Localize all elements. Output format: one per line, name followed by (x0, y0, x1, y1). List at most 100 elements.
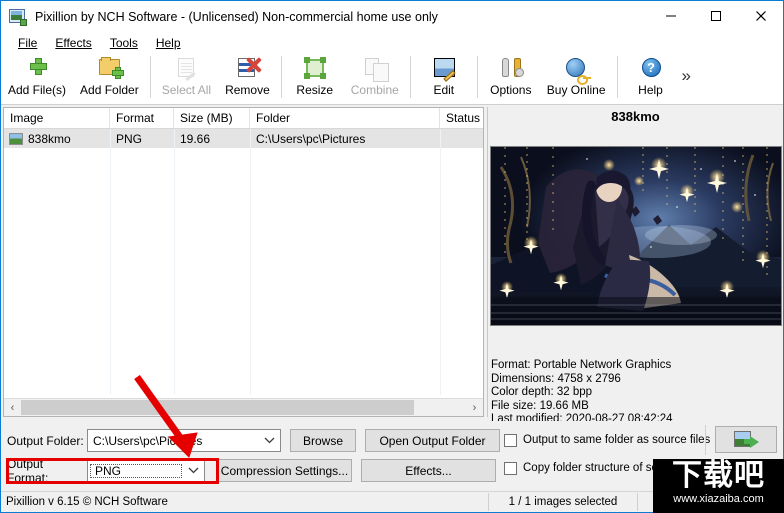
menu-file[interactable]: File (9, 35, 46, 51)
output-folder-value: C:\Users\pc\Pictures (93, 433, 203, 448)
status-selection-count: 1 / 1 images selected (508, 496, 618, 508)
wrench-screwdriver-icon (496, 56, 526, 82)
convert-button[interactable] (715, 426, 777, 453)
toolbar-select-all-label: Select All (161, 83, 212, 97)
output-folder-combo[interactable]: C:\Users\pc\Pictures (87, 429, 281, 452)
watermark-url: www.xiazaiba.com (673, 493, 764, 505)
column-header-format[interactable]: Format (110, 108, 174, 128)
window-title: Pixillion by NCH Software - (Unlicensed)… (35, 10, 438, 24)
toolbar-options[interactable]: Options (482, 56, 540, 102)
menu-help-label: Help (155, 36, 181, 50)
column-header-size[interactable]: Size (MB) (174, 108, 250, 128)
horizontal-scrollbar[interactable]: ‹ › (4, 398, 483, 416)
preview-image (490, 146, 782, 326)
preview-title: 838kmo (611, 109, 660, 124)
remove-red-x-icon (232, 56, 262, 82)
toolbar-add-files-label: Add File(s) (8, 83, 67, 97)
file-list[interactable]: Image Format Size (MB) Folder Status 838… (3, 107, 484, 417)
watermark: 下载吧 www.xiazaiba.com (653, 459, 784, 513)
toolbar-add-folder-label: Add Folder (80, 83, 139, 97)
scrollbar-track[interactable] (21, 399, 466, 416)
output-format-label: Output Format: (7, 456, 49, 485)
preview-metadata: Format: Portable Network Graphics Dimens… (491, 359, 673, 427)
toolbar: Add File(s) Add Folder Select All Remove… (1, 53, 783, 105)
chevron-down-icon[interactable] (258, 430, 280, 451)
toolbar-separator (616, 56, 618, 98)
close-button[interactable] (738, 1, 783, 31)
checkbox-output-same-folder-label: Output to same folder as source files (523, 434, 711, 446)
toolbar-help-label: Help (638, 83, 663, 97)
edit-image-icon (429, 56, 459, 82)
toolbar-separator (149, 56, 151, 98)
file-list-header: Image Format Size (MB) Folder Status (4, 108, 483, 129)
toolbar-separator (280, 56, 282, 98)
status-version: Pixillion v 6.15 © NCH Software (6, 496, 168, 508)
meta-file-size: File size: 19.66 MB (491, 399, 589, 412)
app-icon (9, 8, 27, 26)
menu-bar: File Effects Tools Help (1, 33, 783, 53)
preview-panel: 838kmo Format: Portable Network Graphics… (487, 107, 783, 425)
toolbar-remove-label: Remove (225, 83, 270, 97)
output-format-combo[interactable]: PNG (87, 459, 205, 482)
meta-color-depth: Color depth: 32 bpp (491, 386, 593, 399)
resize-icon (300, 56, 330, 82)
convert-image-icon (734, 430, 759, 449)
meta-dimensions: Dimensions: 4758 x 2796 (491, 372, 621, 385)
output-folder-label: Output Folder: (7, 433, 84, 448)
toolbar-resize-label: Resize (296, 83, 334, 97)
toolbar-resize[interactable]: Resize (286, 56, 344, 102)
toolbar-options-label: Options (490, 83, 532, 97)
toolbar-add-folder[interactable]: Add Folder (73, 56, 146, 102)
scrollbar-thumb[interactable] (21, 400, 414, 415)
output-format-value: PNG (90, 463, 182, 478)
toolbar-buy-online[interactable]: Buy Online (540, 56, 613, 102)
maximize-button[interactable] (693, 1, 738, 31)
minimize-button[interactable] (648, 1, 693, 31)
select-all-icon (171, 56, 201, 82)
toolbar-select-all[interactable]: Select All (155, 56, 218, 102)
menu-tools[interactable]: Tools (101, 35, 147, 51)
toolbar-remove[interactable]: Remove (218, 56, 277, 102)
column-header-status[interactable]: Status (440, 108, 483, 128)
open-output-folder-button[interactable]: Open Output Folder (365, 429, 500, 452)
folder-plus-icon (94, 56, 125, 82)
output-format-row: Output Format: PNG Compression Settings.… (1, 456, 496, 485)
toolbar-separator (409, 56, 411, 98)
preview-artwork (491, 147, 781, 325)
menu-file-label: File (18, 36, 38, 50)
toolbar-separator (476, 56, 478, 98)
menu-effects-label: Effects (55, 36, 92, 50)
meta-format: Format: Portable Network Graphics (491, 359, 672, 371)
effects-button[interactable]: Effects... (361, 459, 496, 482)
window-controls (648, 1, 783, 31)
file-list-grid (4, 129, 483, 395)
globe-key-icon (561, 56, 592, 85)
menu-help[interactable]: Help (147, 35, 190, 51)
combine-icon (360, 56, 390, 82)
toolbar-add-files[interactable]: Add File(s) (1, 56, 73, 102)
toolbar-combine-label: Combine (350, 83, 399, 97)
toolbar-overflow-button[interactable]: » (682, 66, 691, 94)
toolbar-help[interactable]: ? Help (622, 56, 680, 102)
column-header-folder[interactable]: Folder (250, 108, 440, 128)
toolbar-combine[interactable]: Combine (344, 56, 406, 102)
menu-effects[interactable]: Effects (46, 35, 100, 51)
compression-settings-button[interactable]: Compression Settings... (217, 459, 352, 482)
checkbox-output-same-folder[interactable]: Output to same folder as source files (504, 429, 710, 451)
scroll-left-arrow-icon[interactable]: ‹ (4, 399, 21, 416)
browse-button[interactable]: Browse (290, 429, 356, 452)
title-bar: Pixillion by NCH Software - (Unlicensed)… (1, 1, 783, 33)
menu-tools-label: Tools (109, 36, 138, 50)
watermark-text: 下载吧 (672, 459, 765, 493)
bottom-separator (705, 425, 706, 455)
toolbar-buy-online-label: Buy Online (546, 83, 606, 97)
help-question-icon: ? (636, 56, 666, 82)
green-plus-icon (22, 56, 52, 82)
chevron-down-icon[interactable] (182, 460, 204, 481)
toolbar-edit-label: Edit (433, 83, 455, 97)
column-header-image[interactable]: Image (4, 108, 110, 128)
toolbar-edit[interactable]: Edit (415, 56, 473, 102)
checkbox-box[interactable] (504, 433, 517, 447)
scroll-right-arrow-icon[interactable]: › (466, 399, 483, 416)
checkbox-box[interactable] (504, 461, 517, 475)
